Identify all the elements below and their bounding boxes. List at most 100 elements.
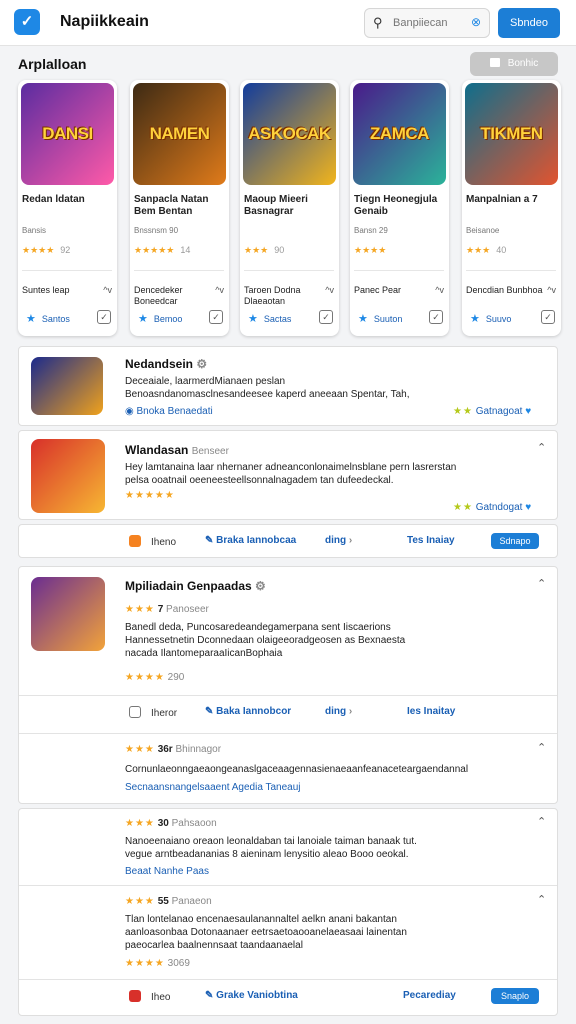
search-icon: ⚲ [373, 15, 383, 30]
list-item[interactable]: Nedandsein ⚙ Deceaiale, laarmerdMianaen … [18, 346, 558, 426]
list-link[interactable]: ◉ Bnoka Benaedati [125, 405, 213, 418]
chevron-up-icon[interactable]: ⌃ [537, 893, 546, 906]
divider [354, 270, 444, 271]
list-text: Benoasndanomasclnesandeesee kaperd aneea… [125, 389, 410, 400]
home-icon [129, 535, 141, 547]
list-item[interactable]: Mpiliadain Genpaadas ⚙ ⌃ ★★★ 7 Panoseer … [18, 566, 558, 804]
divider [19, 733, 557, 734]
list-meta: ★★★ 7 Panoseer [125, 604, 209, 615]
app-rating: ★★★★ [354, 245, 387, 255]
search-box[interactable]: ⚲ ⊗ [364, 8, 490, 38]
app-logo[interactable]: ✓ [14, 9, 40, 35]
globe-icon: ◉ [125, 406, 134, 417]
bar-ding[interactable]: ding › [325, 535, 352, 546]
bar-home[interactable]: Iheno [129, 535, 176, 548]
list-item[interactable]: ★★★ 30 Pahsaoon ⌃ Nanoeenaiano oreaon le… [18, 808, 558, 1016]
check-icon[interactable]: ✓ [209, 310, 223, 324]
bar-link[interactable]: ✎ Braka Iannobcaa [205, 535, 296, 546]
chevron-up-icon[interactable]: ⌃ [537, 741, 546, 754]
thumb-icon: ✎ [205, 706, 214, 717]
app-tag: Panec Pear ^v [354, 285, 444, 295]
primary-button[interactable]: Sbndeo [498, 8, 560, 38]
card-action[interactable]: ★ Santos [26, 312, 70, 325]
section-button[interactable]: Bonhic [470, 52, 558, 76]
divider [466, 270, 556, 271]
list-action[interactable]: ★★ Gatnagoat ♥ [453, 405, 531, 418]
section-title: Arplalloan [18, 56, 87, 72]
thumb-icon: ✎ [205, 990, 214, 1001]
expand-icon: ^v [215, 285, 224, 295]
card-action[interactable]: ★ Suuvo [470, 312, 511, 325]
app-card[interactable]: ZAMCA Tiegn Heonegjula Genaib Bansn 29 ★… [350, 80, 449, 336]
star-icon: ★★ [453, 502, 473, 513]
sub-link[interactable]: Beaat Nanhe Paas [125, 865, 209, 878]
bar-ding[interactable]: ding › [325, 706, 352, 717]
clear-search-icon[interactable]: ⊗ [471, 15, 481, 29]
sub-rating: ★★★★ 3069 [125, 958, 190, 969]
app-meta: Beisanoe [466, 226, 500, 235]
app-rating: ★★★★ 92 [22, 245, 71, 255]
heart-icon: ♥ [525, 406, 532, 417]
sub-text: vegue arntbeadananias 8 aieninam lenysit… [125, 849, 409, 860]
bar-link[interactable]: Ies Inaitay [407, 706, 455, 717]
sub-link[interactable]: Secnaansnangelsaaent Agedia Taneauj [125, 781, 301, 794]
card-action[interactable]: ★ Sactas [248, 312, 291, 325]
app-tag: Taroen Dodna Dlaeaotan ^v [244, 285, 334, 306]
divider [22, 270, 112, 271]
divider [19, 979, 557, 980]
list-text: Banedl deda, Puncosaredeandegamerpana se… [125, 622, 391, 633]
app-thumbnail: TIKMEN [465, 83, 558, 185]
app-name: Redan ldatan [22, 194, 85, 205]
app-name: Tiegn Heonegjula Genaib [354, 194, 438, 217]
app-card[interactable]: DANSI Redan ldatan Bansis ★★★★ 92 Suntes … [18, 80, 117, 336]
app-meta: Bansis [22, 226, 47, 235]
bar-home[interactable]: Iheror [129, 706, 177, 719]
app-card[interactable]: NAMEN Sanpacla Natan Bem Bentan Bnssnsm … [130, 80, 229, 336]
list-text: Deceaiale, laarmerdMianaen peslan [125, 376, 286, 387]
bar-link[interactable]: ✎ Grake Vaniobtina [205, 990, 298, 1001]
check-icon[interactable]: ✓ [319, 310, 333, 324]
sub-meta: ★★★ 55 Panaeon [125, 896, 212, 907]
folder-icon [489, 58, 500, 67]
check-icon[interactable]: ✓ [541, 310, 555, 324]
check-icon[interactable]: ✓ [429, 310, 443, 324]
home-icon [129, 990, 141, 1002]
bar-pill-button[interactable]: Sdnapo [491, 533, 539, 549]
rating-stars: ★★★★★ [125, 490, 175, 501]
app-tag: Dencdian Bunbhoa ^v [466, 285, 556, 295]
bar-link[interactable]: Pecarediay [403, 990, 456, 1001]
star-icon: ★ [248, 313, 258, 325]
list-rating: ★★★★ 290 [125, 672, 185, 683]
list-text: Hey lamtanaina laar nhernaner adneanconl… [125, 462, 457, 473]
divider [19, 885, 557, 886]
sub-text: Cornunlaeonngaeaongeanaslgaceaagennasien… [125, 764, 469, 775]
chevron-up-icon[interactable]: ⌃ [537, 815, 546, 828]
sub-text: Nanoeenaiano oreaon leonaldaban tai lano… [125, 836, 417, 847]
app-card[interactable]: TIKMEN Manpalnian a 7 Beisanoe ★★★ 40 Den… [462, 80, 561, 336]
app-name: Maoup Mieeri Basnagrar [244, 194, 308, 217]
list-item[interactable]: Wlandasan Benseer ⌃ Hey lamtanaina laar … [18, 430, 558, 520]
app-card[interactable]: ASKOCAK Maoup Mieeri Basnagrar ★★★ 90 Tar… [240, 80, 339, 336]
chevron-right-icon: › [348, 706, 353, 717]
sub-text: paeocarlea baalnennsaat taandaanaelal [125, 940, 303, 951]
chevron-up-icon[interactable]: ⌃ [537, 577, 546, 590]
app-thumbnail: ZAMCA [353, 83, 446, 185]
check-icon[interactable]: ✓ [97, 310, 111, 324]
bar-home[interactable]: Iheo [129, 990, 170, 1003]
bar-pill-button[interactable]: Snaplo [491, 988, 539, 1004]
list-text: nacada IlantomeparaaIicanBophaia [125, 648, 283, 659]
card-action[interactable]: ★ Suuton [358, 312, 402, 325]
featured-cards: DANSI Redan ldatan Bansis ★★★★ 92 Suntes … [0, 80, 576, 338]
bar-link[interactable]: ✎ Baka Iannobcor [205, 706, 291, 717]
bar-link[interactable]: Tes Inaiay [407, 535, 455, 546]
divider [134, 270, 224, 271]
app-thumbnail [31, 357, 103, 415]
app-name: Sanpacla Natan Bem Bentan [134, 194, 209, 217]
card-action[interactable]: ★ Bemoo [138, 312, 182, 325]
app-thumbnail [31, 439, 105, 513]
search-input[interactable] [393, 15, 465, 31]
list-action[interactable]: ★★ Gatndogat ♥ [453, 501, 531, 514]
chevron-up-icon[interactable]: ⌃ [537, 441, 546, 454]
list-title: Nedandsein ⚙ [125, 357, 208, 371]
top-bar: ✓ Napiikkeain ⚲ ⊗ Sbndeo [0, 0, 576, 46]
